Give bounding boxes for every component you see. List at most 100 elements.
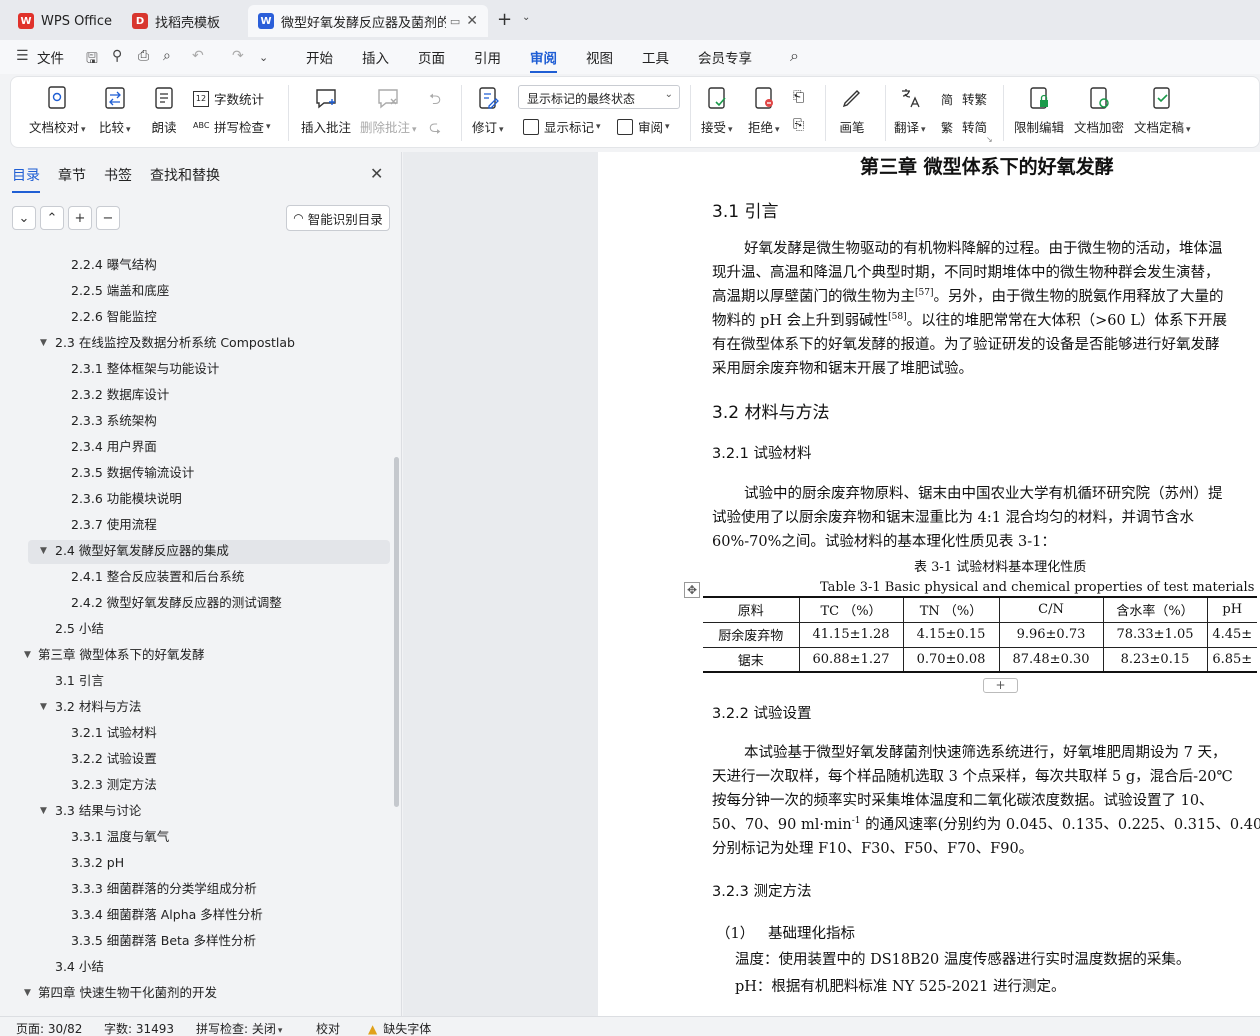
table-header-cell[interactable]: 含水率（%）	[1103, 596, 1208, 623]
status-spell-check[interactable]: 拼写检查: 关闭 ▾	[196, 1020, 282, 1036]
review-pane-button[interactable]: 审阅 ▾	[617, 117, 670, 136]
toc-item[interactable]: 2.3.1 整体框架与功能设计	[0, 356, 390, 382]
reject-button[interactable]: 拒绝 ▾	[748, 85, 780, 136]
tab-wps-office[interactable]: W WPS Office	[8, 5, 118, 37]
chevron-up-icon[interactable]: ⌃	[40, 206, 64, 230]
compare-button[interactable]: 比较 ▾	[99, 85, 131, 136]
table-cell[interactable]: 0.70±0.08	[903, 647, 1000, 673]
share-icon[interactable]: ⚲	[112, 48, 122, 64]
expand-arrow-icon[interactable]: ▼	[24, 642, 31, 668]
tab-docer-templates[interactable]: D 找稻壳模板	[122, 5, 244, 37]
table-header-cell[interactable]: 原料	[703, 596, 800, 623]
table-header-cell[interactable]: C/N	[999, 596, 1104, 623]
toc-item[interactable]: 3.2.2 试验设置	[0, 746, 390, 772]
toc-item[interactable]: 3.3.3 细菌群落的分类学组成分析	[0, 876, 390, 902]
expand-arrow-icon[interactable]: ▼	[40, 330, 47, 356]
delete-comment-button[interactable]: 删除批注 ▾	[360, 85, 417, 136]
menu-view[interactable]: 视图	[586, 47, 613, 67]
toc-item[interactable]: 2.4.2 微型好氧发酵反应器的测试调整	[0, 590, 390, 616]
next-revision-icon[interactable]: ⎘	[793, 117, 804, 133]
toc-item[interactable]: ▼ 第三章 微型体系下的好氧发酵	[0, 642, 390, 668]
save-icon[interactable]: 🖫	[86, 48, 98, 72]
nav-tab-chapters[interactable]: 章节	[58, 165, 86, 185]
nav-tab-find-replace[interactable]: 查找和替换	[150, 165, 220, 185]
quick-access-more-icon[interactable]: ⌄	[259, 51, 268, 64]
insert-comment-button[interactable]: 插入批注	[301, 85, 351, 136]
menu-file[interactable]: 文件	[37, 47, 64, 67]
undo-icon[interactable]: ↶	[192, 48, 204, 64]
table-add-row-button[interactable]: +	[983, 678, 1018, 693]
toc-item[interactable]: 3.2.1 试验材料	[0, 720, 390, 746]
menu-insert[interactable]: 插入	[362, 47, 389, 67]
toc-item[interactable]: ▼ 第四章 快速生物干化菌剂的开发	[0, 980, 390, 1006]
toc-item[interactable]: 2.4.1 整合反应装置和后台系统	[0, 564, 390, 590]
table-header-cell[interactable]: TC （%）	[799, 596, 904, 623]
menu-reference[interactable]: 引用	[474, 47, 501, 67]
toc-item[interactable]: 2.2.5 端盖和底座	[0, 278, 390, 304]
read-aloud-button[interactable]: 朗读	[151, 85, 177, 136]
expand-arrow-icon[interactable]: ▼	[40, 694, 47, 720]
search-icon[interactable]: ⌕	[790, 46, 799, 66]
toc-item[interactable]: 3.3.4 细菌群落 Alpha 多样性分析	[0, 902, 390, 928]
table-cell[interactable]: 8.23±0.15	[1103, 647, 1208, 673]
to-traditional-button[interactable]: 简 转繁	[941, 89, 987, 108]
toc-item[interactable]: 2.3.4 用户界面	[0, 434, 390, 460]
toc-item[interactable]: 2.5 小结	[0, 616, 390, 642]
ribbon-expand-icon[interactable]: ↘	[986, 135, 993, 144]
table-cell[interactable]: 锯末	[703, 647, 800, 673]
toc-item[interactable]: ▼ 2.3 在线监控及数据分析系统 Compostlab	[0, 330, 390, 356]
toc-item[interactable]: 2.2.4 曝气结构	[0, 252, 390, 278]
menu-page[interactable]: 页面	[418, 47, 445, 67]
show-markup-button[interactable]: 显示标记 ▾	[523, 117, 601, 136]
print-preview-icon[interactable]: ⌕	[163, 48, 171, 64]
close-tab-icon[interactable]: ✕	[466, 13, 478, 29]
toc-item[interactable]: 3.1 引言	[0, 668, 390, 694]
redo-icon[interactable]: ↷	[232, 48, 244, 64]
table-move-handle-icon[interactable]: ✥	[684, 582, 700, 598]
next-comment-icon[interactable]: ⮎	[429, 117, 441, 142]
toc-item[interactable]: 3.2.3 测定方法	[0, 772, 390, 798]
toc-item[interactable]: 3.4 小结	[0, 954, 390, 980]
table-cell[interactable]: 87.48±0.30	[999, 647, 1104, 673]
print-icon[interactable]: ⎙	[138, 48, 149, 64]
doc-finalize-button[interactable]: 文档定稿 ▾	[1134, 85, 1191, 136]
toc-item[interactable]: 2.3.7 使用流程	[0, 512, 390, 538]
screen-icon[interactable]: ▭	[450, 15, 460, 28]
menu-tools[interactable]: 工具	[642, 47, 669, 67]
restrict-edit-button[interactable]: 限制编辑	[1014, 85, 1064, 136]
menu-review[interactable]: 审阅	[530, 47, 557, 73]
toc-item[interactable]: 3.3.5 细菌群落 Beta 多样性分析	[0, 928, 390, 954]
menu-start[interactable]: 开始	[306, 47, 333, 67]
expand-arrow-icon[interactable]: ▼	[24, 980, 31, 1006]
status-missing-font[interactable]: ▲ 缺失字体	[368, 1020, 431, 1036]
toc-item[interactable]: ▼ 3.3 结果与讨论	[0, 798, 390, 824]
table-cell[interactable]: 78.33±1.05	[1103, 622, 1208, 648]
citation-58[interactable]: [58]	[888, 312, 906, 322]
toc-item[interactable]: 2.3.6 功能模块说明	[0, 486, 390, 512]
close-icon[interactable]: ✕	[370, 164, 383, 183]
table-cell[interactable]: 41.15±1.28	[799, 622, 904, 648]
collapse-minus-icon[interactable]: −	[96, 206, 120, 230]
collapse-down-icon[interactable]: ⌄	[12, 206, 36, 230]
table-cell[interactable]: 60.88±1.27	[799, 647, 904, 673]
toc-item[interactable]: 3.3.2 pH	[0, 850, 390, 876]
table-cell[interactable]: 9.96±0.73	[999, 622, 1104, 648]
prev-revision-icon[interactable]: ⎗	[793, 89, 804, 105]
tab-current-document[interactable]: W 微型好氧发酵反应器及菌剂的研 ▭ ✕	[248, 5, 488, 37]
markup-state-select[interactable]: 显示标记的最终状态 ⌄	[518, 85, 680, 109]
prev-comment-icon[interactable]: ⮌	[429, 89, 441, 114]
translate-button[interactable]: 翻译 ▾	[894, 85, 926, 136]
doc-encrypt-button[interactable]: 文档加密	[1074, 85, 1124, 136]
table-cell[interactable]: 4.45±	[1207, 622, 1257, 648]
toc-item[interactable]: ▼ 3.2 材料与方法	[0, 694, 390, 720]
table-cell[interactable]: 4.15±0.15	[903, 622, 1000, 648]
hamburger-menu-icon[interactable]: ☰	[16, 48, 29, 64]
toc-item[interactable]: 2.3.2 数据库设计	[0, 382, 390, 408]
status-page[interactable]: 页面: 30/82	[16, 1020, 82, 1036]
status-proofread[interactable]: 校对	[316, 1020, 340, 1036]
status-word-count[interactable]: 字数: 31493	[104, 1020, 174, 1036]
menu-member[interactable]: 会员专享	[698, 47, 752, 67]
table-header-cell[interactable]: pH	[1207, 596, 1257, 623]
expand-arrow-icon[interactable]: ▼	[40, 798, 47, 824]
revise-button[interactable]: 修订 ▾	[472, 85, 504, 136]
